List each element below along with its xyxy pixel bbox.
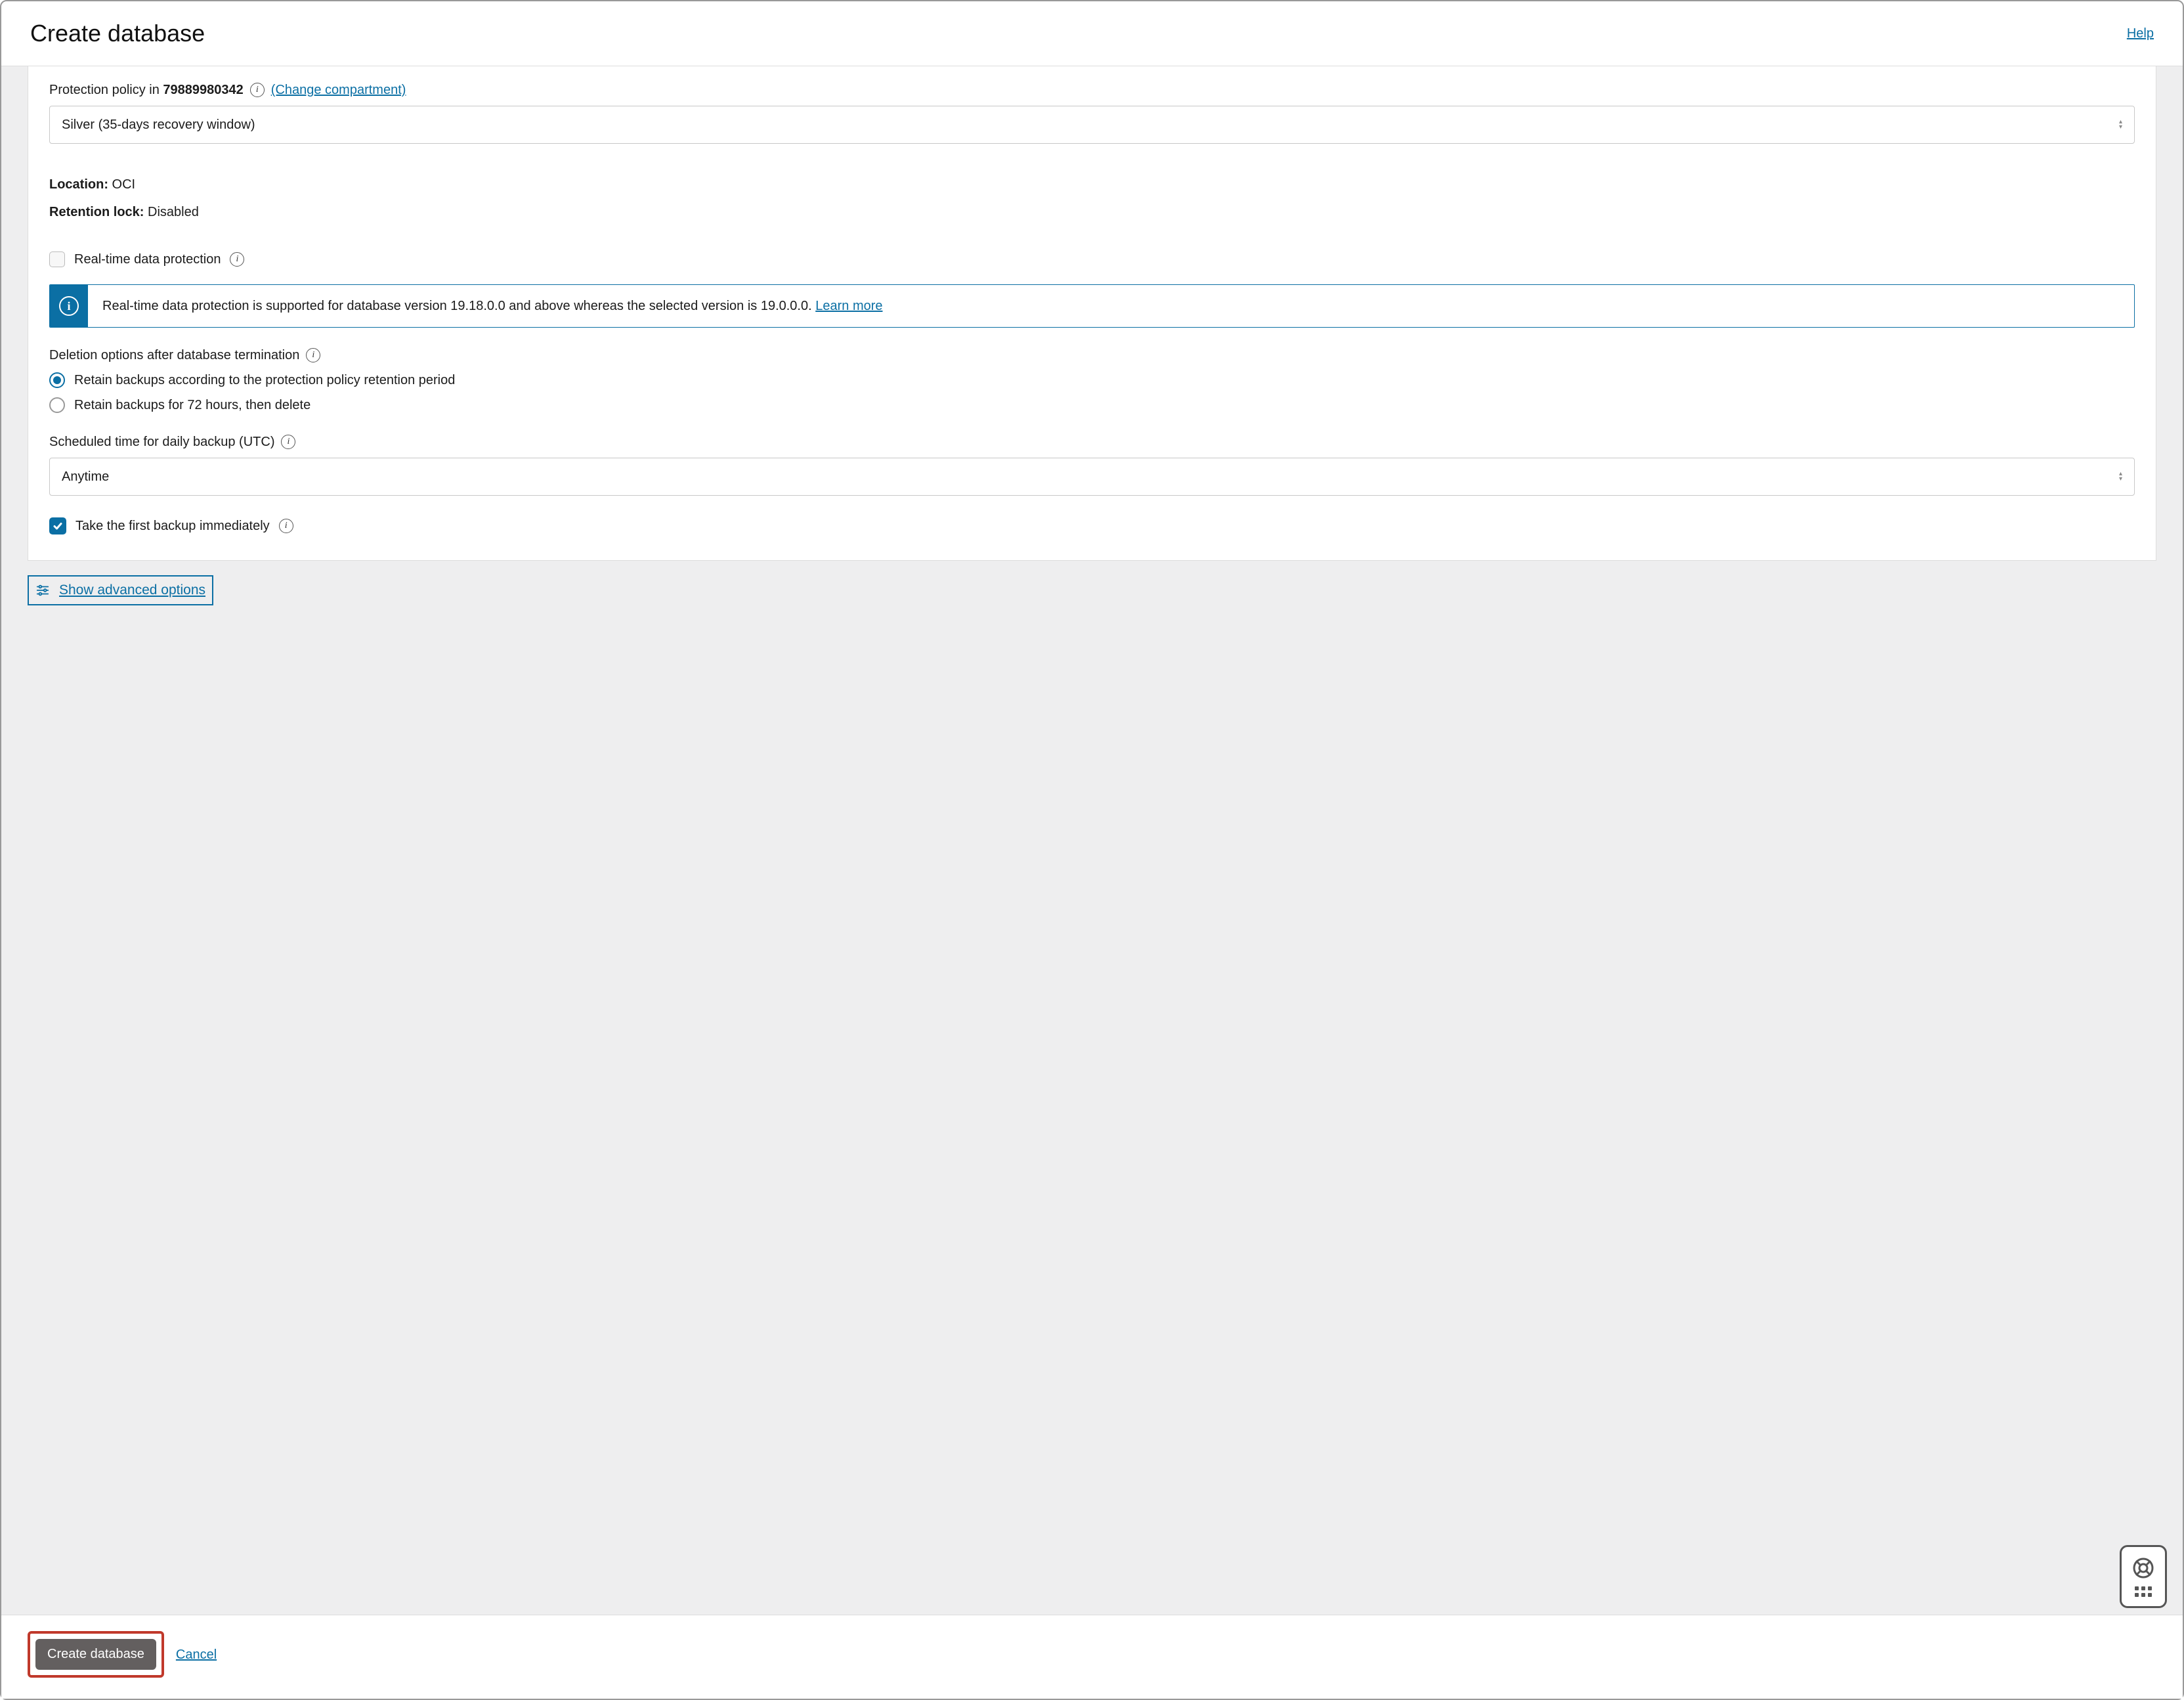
dialog-footer: Create database Cancel [1,1615,2183,1699]
create-button-highlight: Create database [28,1631,164,1678]
schedule-selected: Anytime [62,468,109,486]
help-link[interactable]: Help [2127,24,2154,43]
radio-unselected[interactable] [49,397,65,413]
backup-panel: Protection policy in 79889980342 i (Chan… [28,66,2156,561]
show-advanced-options[interactable]: Show advanced options [28,575,213,605]
info-banner-text: Real-time data protection is supported f… [102,299,815,313]
deletion-option-2-label: Retain backups for 72 hours, then delete [74,396,310,414]
location-row: Location: OCI [49,175,2135,194]
location-value: OCI [108,177,135,192]
info-banner-bar: i [50,285,88,327]
create-database-button[interactable]: Create database [35,1639,156,1670]
page-title: Create database [30,17,205,50]
info-icon[interactable]: i [279,519,293,533]
schedule-select[interactable]: Anytime ▴▾ [49,458,2135,496]
first-backup-label: Take the first backup immediately [75,517,270,535]
info-icon[interactable]: i [306,348,320,362]
deletion-option-72h[interactable]: Retain backups for 72 hours, then delete [49,396,2135,414]
first-backup-row: Take the first backup immediately i [49,517,2135,535]
realtime-protection-checkbox-row: Real-time data protection i [49,250,2135,269]
change-compartment-link[interactable]: (Change compartment) [271,81,406,99]
info-icon: i [59,296,79,316]
info-icon[interactable]: i [250,83,265,97]
deletion-options-text: Deletion options after database terminat… [49,346,299,364]
protection-policy-select[interactable]: Silver (35-days recovery window) ▴▾ [49,106,2135,144]
retention-key: Retention lock: [49,205,144,219]
sliders-icon [35,583,50,598]
lifebuoy-icon [2131,1556,2155,1580]
deletion-options-label: Deletion options after database terminat… [49,346,2135,364]
info-banner-message: Real-time data protection is supported f… [88,285,2134,327]
radio-selected[interactable] [49,372,65,388]
schedule-label: Scheduled time for daily backup (UTC) [49,433,274,451]
grid-icon [2135,1586,2152,1597]
retention-lock-row: Retention lock: Disabled [49,203,2135,221]
titlebar: Create database Help [1,1,2183,66]
create-database-dialog: Create database Help Protection policy i… [0,0,2184,1700]
info-icon[interactable]: i [281,435,295,449]
dialog-body: Protection policy in 79889980342 i (Chan… [1,66,2183,1615]
info-icon[interactable]: i [230,252,244,267]
retention-value: Disabled [144,205,198,219]
first-backup-checkbox[interactable] [49,517,66,534]
location-key: Location: [49,177,108,192]
deletion-option-1-label: Retain backups according to the protecti… [74,371,455,389]
protection-policy-compartment: 79889980342 [163,83,243,97]
chevron-up-down-icon: ▴▾ [2119,471,2122,482]
support-floating-widget[interactable] [2120,1545,2167,1608]
cancel-link[interactable]: Cancel [176,1646,217,1664]
realtime-protection-label: Real-time data protection [74,250,221,269]
realtime-protection-checkbox[interactable] [49,251,65,267]
protection-policy-label-text: Protection policy in [49,83,163,97]
deletion-option-retain-policy[interactable]: Retain backups according to the protecti… [49,371,2135,389]
realtime-info-banner: i Real-time data protection is supported… [49,284,2135,328]
learn-more-link[interactable]: Learn more [815,299,882,313]
show-advanced-label: Show advanced options [59,580,205,599]
protection-policy-selected: Silver (35-days recovery window) [62,116,255,134]
protection-policy-label: Protection policy in 79889980342 i (Chan… [49,81,2135,99]
chevron-up-down-icon: ▴▾ [2119,120,2122,130]
schedule-label-row: Scheduled time for daily backup (UTC) i [49,433,2135,451]
